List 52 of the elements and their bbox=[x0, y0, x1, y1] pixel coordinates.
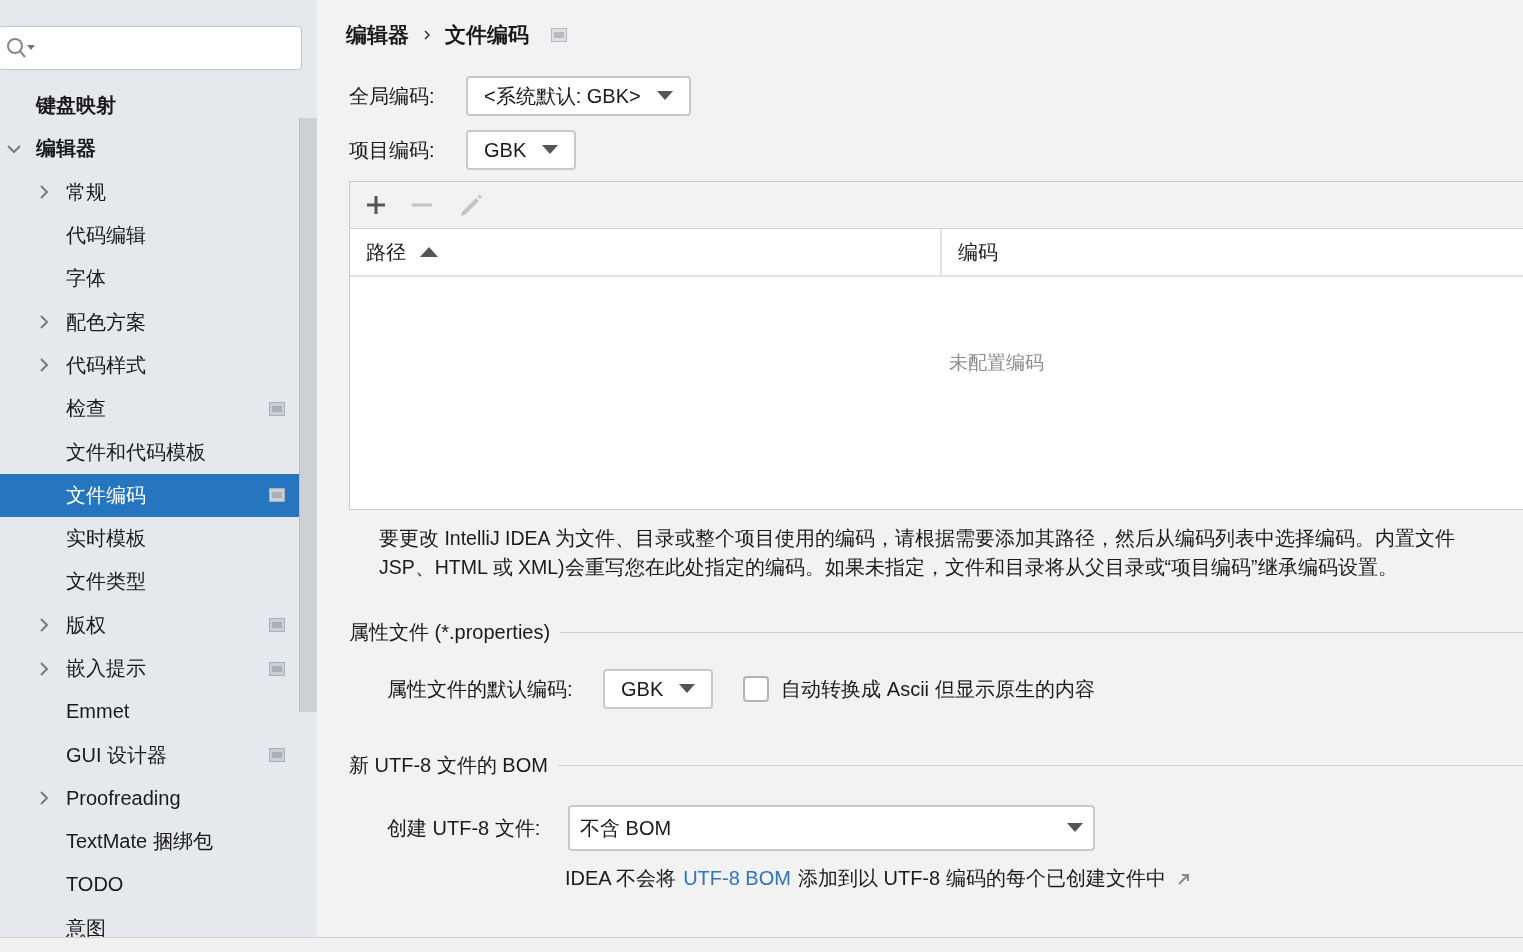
caret-icon bbox=[1067, 823, 1083, 833]
empty-text: 未配置编码 bbox=[948, 351, 1044, 375]
bom-link[interactable]: UTF-8 BOM bbox=[683, 867, 791, 890]
field-label: 属性文件的默认编码: bbox=[387, 676, 574, 702]
checkbox[interactable] bbox=[743, 676, 770, 702]
tree-item[interactable]: 文件编码 bbox=[0, 473, 299, 517]
tree-item[interactable]: 文件和代码模板 bbox=[0, 430, 299, 474]
tree-item[interactable]: 文件类型 bbox=[0, 560, 299, 604]
caret-icon bbox=[679, 684, 696, 694]
tree-item[interactable]: 字体 bbox=[0, 257, 299, 301]
note-text: IDEA 不会将 bbox=[565, 866, 677, 891]
add-icon[interactable] bbox=[366, 195, 386, 215]
note-text: 添加到以 UTF-8 编码的每个已创建文件中 bbox=[797, 866, 1166, 891]
tree-item[interactable]: 代码编辑 bbox=[0, 213, 299, 258]
tree-item[interactable]: 版权 bbox=[0, 603, 299, 647]
encoding-dropdown[interactable]: GBK bbox=[603, 669, 714, 709]
tree-item[interactable]: TextMate 捆绑包 bbox=[0, 820, 299, 864]
column-header[interactable]: 编码 bbox=[942, 229, 998, 275]
scrollbar[interactable] bbox=[299, 118, 317, 712]
tree-item[interactable]: 意图 bbox=[0, 906, 299, 937]
tree-item[interactable]: GUI 设计器 bbox=[0, 733, 299, 777]
field-label: 创建 UTF-8 文件: bbox=[387, 815, 542, 841]
checkbox-label[interactable]: 自动转换成 Ascii 但显示原生的内容 bbox=[781, 675, 1095, 703]
section-title: 新 UTF-8 文件的 BOM bbox=[349, 753, 548, 778]
tree-item[interactable]: 代码样式 bbox=[0, 343, 299, 388]
tree-item[interactable]: Proofreading bbox=[0, 776, 299, 821]
breadcrumb-item[interactable]: 文件编码 bbox=[445, 21, 529, 49]
caret-icon bbox=[542, 145, 559, 155]
breadcrumb-item[interactable]: 编辑器 bbox=[346, 21, 409, 49]
encoding-dropdown[interactable]: GBK bbox=[466, 130, 577, 170]
search-icon bbox=[5, 36, 35, 60]
chevron-right-icon bbox=[423, 29, 431, 41]
search-field[interactable] bbox=[0, 26, 302, 70]
section-title: 属性文件 (*.properties) bbox=[349, 620, 551, 645]
tree-item[interactable]: TODO bbox=[0, 863, 299, 907]
column-header[interactable]: 路径 bbox=[350, 229, 942, 275]
tree-item[interactable]: 常规 bbox=[0, 170, 299, 214]
tree-item[interactable]: Emmet bbox=[0, 690, 299, 734]
caret-icon bbox=[656, 91, 673, 101]
description-text: JSP、HTML 或 XML)会重写您在此处指定的编码。如果未指定，文件和目录将从父目录或“项目编码”继承编码设置。 bbox=[379, 555, 1399, 580]
tree-item[interactable]: 检查 bbox=[0, 387, 299, 431]
tree-item[interactable]: 配色方案 bbox=[0, 300, 299, 344]
field-label: 项目编码: bbox=[349, 137, 436, 163]
tree-item[interactable]: 实时模板 bbox=[0, 516, 299, 561]
field-label: 全局编码: bbox=[349, 83, 436, 109]
description-text: 要更改 IntelliJ IDEA 为文件、目录或整个项目使用的编码，请根据需要添加其路径，然后从编码列表中选择编码。内置文件 bbox=[379, 526, 1456, 551]
bom-dropdown[interactable]: 不含 BOM bbox=[568, 805, 1095, 851]
encoding-dropdown[interactable]: <系统默认: GBK> bbox=[466, 76, 691, 116]
tree-item[interactable]: 键盘映射 bbox=[0, 84, 299, 128]
tree-item[interactable]: 编辑器 bbox=[0, 127, 299, 171]
tree-item[interactable]: 嵌入提示 bbox=[0, 646, 299, 691]
external-link-icon[interactable] bbox=[1176, 871, 1191, 886]
